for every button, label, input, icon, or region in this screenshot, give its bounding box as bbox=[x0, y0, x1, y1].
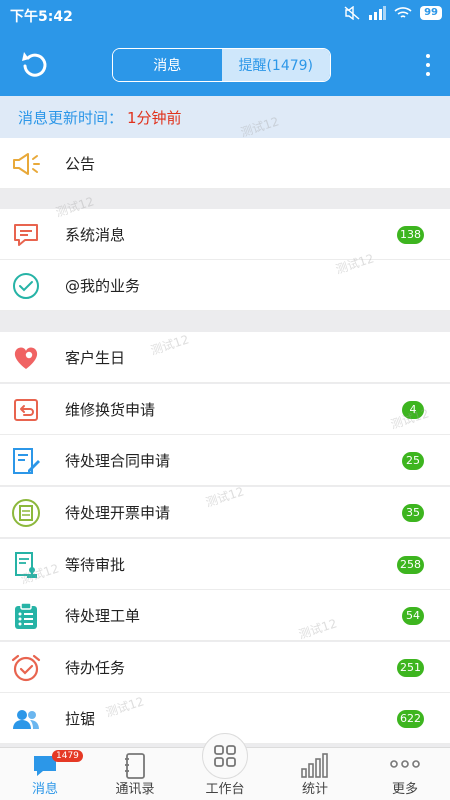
app-bar: 消息 提醒(1479) bbox=[0, 30, 450, 96]
workbench-circle bbox=[202, 733, 248, 779]
list-item-label: 公告 bbox=[65, 155, 96, 173]
list-item-label: 维修换货申请 bbox=[65, 401, 156, 419]
update-time-bar: 消息更新时间： 1分钟前 bbox=[0, 96, 450, 138]
count-badge: 25 bbox=[402, 451, 424, 470]
bar-chart-icon bbox=[301, 753, 328, 778]
check-circle-icon bbox=[9, 270, 43, 302]
contract-edit-icon bbox=[9, 445, 43, 477]
tab-label: 工作台 bbox=[205, 782, 245, 797]
count-badge: 4 bbox=[402, 400, 424, 419]
count-badge: 251 bbox=[397, 658, 424, 677]
dot-icon bbox=[426, 54, 430, 58]
list-item-pending-contract[interactable]: 待处理合同申请 25 bbox=[0, 435, 450, 486]
megaphone-icon bbox=[9, 148, 43, 180]
signal-icon bbox=[369, 6, 387, 20]
bottom-tab-bar: 1479 消息 通讯录 工作台 统计 更多 bbox=[0, 733, 450, 800]
list-item-pending-invoice[interactable]: 待处理开票申请 35 bbox=[0, 487, 450, 538]
list-item-repair-exchange[interactable]: 维修换货申请 4 bbox=[0, 384, 450, 435]
status-time: 下午5:42 bbox=[10, 9, 73, 25]
tab-messages-bottom[interactable]: 1479 消息 bbox=[0, 748, 90, 800]
tab-reminders[interactable]: 提醒(1479) bbox=[221, 49, 330, 81]
count-badge: 138 bbox=[397, 225, 424, 244]
mute-icon bbox=[344, 6, 360, 20]
refresh-icon bbox=[22, 52, 47, 77]
dot-icon bbox=[426, 63, 430, 67]
dot-icon bbox=[426, 72, 430, 76]
list-item-label: 待处理开票申请 bbox=[65, 504, 171, 522]
count-badge: 54 bbox=[402, 606, 424, 625]
update-time-value: 1分钟前 bbox=[127, 108, 182, 127]
tab-label: 统计 bbox=[301, 782, 328, 797]
grid-icon bbox=[214, 745, 236, 767]
tab-label: 通讯录 bbox=[115, 782, 155, 797]
list-item-label: 待处理工单 bbox=[65, 607, 141, 625]
tab-workbench[interactable]: 工作台 bbox=[180, 733, 270, 800]
list-item-label: 待办任务 bbox=[65, 659, 126, 677]
status-bar: 下午5:42 99 bbox=[0, 0, 450, 30]
list-item-label: 客户生日 bbox=[65, 349, 126, 367]
list-item-system-messages[interactable]: 系统消息 138 bbox=[0, 209, 450, 260]
count-badge: 35 bbox=[402, 503, 424, 522]
wifi-icon bbox=[394, 7, 412, 18]
approval-doc-icon bbox=[9, 549, 43, 581]
tab-label: 更多 bbox=[391, 782, 418, 797]
tab-label: 消息 bbox=[31, 782, 58, 797]
tab-messages[interactable]: 消息 bbox=[113, 49, 222, 81]
refresh-button[interactable] bbox=[14, 47, 54, 81]
count-badge: 622 bbox=[397, 709, 424, 728]
status-icons: 99 bbox=[344, 6, 442, 20]
list-item-announcement[interactable]: 公告 bbox=[0, 138, 450, 189]
return-box-icon bbox=[9, 394, 43, 426]
list-item-pending-work-order[interactable]: 待处理工单 54 bbox=[0, 590, 450, 641]
list-item-label: 拉锯 bbox=[65, 710, 96, 728]
battery-indicator: 99 bbox=[420, 6, 442, 20]
update-time-label: 消息更新时间： bbox=[18, 108, 124, 127]
list-item-todo-tasks[interactable]: 待办任务 251 bbox=[0, 642, 450, 693]
heart-icon bbox=[9, 342, 43, 374]
list-item-label: 系统消息 bbox=[65, 226, 126, 244]
tab-more[interactable]: 更多 bbox=[360, 748, 450, 800]
alarm-clock-icon bbox=[9, 652, 43, 684]
list-item-label: 等待审批 bbox=[65, 556, 126, 574]
address-book-icon bbox=[125, 753, 145, 779]
message-count-badge: 1479 bbox=[52, 750, 83, 762]
tab-contacts[interactable]: 通讯录 bbox=[90, 748, 180, 800]
more-options-button[interactable] bbox=[420, 54, 436, 76]
list-item-customer-birthday[interactable]: 客户生日 bbox=[0, 332, 450, 383]
list-item-awaiting-approval[interactable]: 等待审批 258 bbox=[0, 539, 450, 590]
more-dots-icon bbox=[390, 760, 420, 768]
users-icon bbox=[9, 703, 43, 735]
clipboard-list-icon bbox=[9, 600, 43, 632]
chat-icon bbox=[9, 219, 43, 251]
tab-statistics[interactable]: 统计 bbox=[270, 748, 360, 800]
segmented-control: 消息 提醒(1479) bbox=[112, 48, 331, 82]
list-item-label: @我的业务 bbox=[65, 277, 141, 295]
count-badge: 258 bbox=[397, 555, 424, 574]
list-item-my-business[interactable]: @我的业务 bbox=[0, 260, 450, 311]
invoice-icon bbox=[9, 497, 43, 529]
list-item-label: 待处理合同申请 bbox=[65, 452, 171, 470]
